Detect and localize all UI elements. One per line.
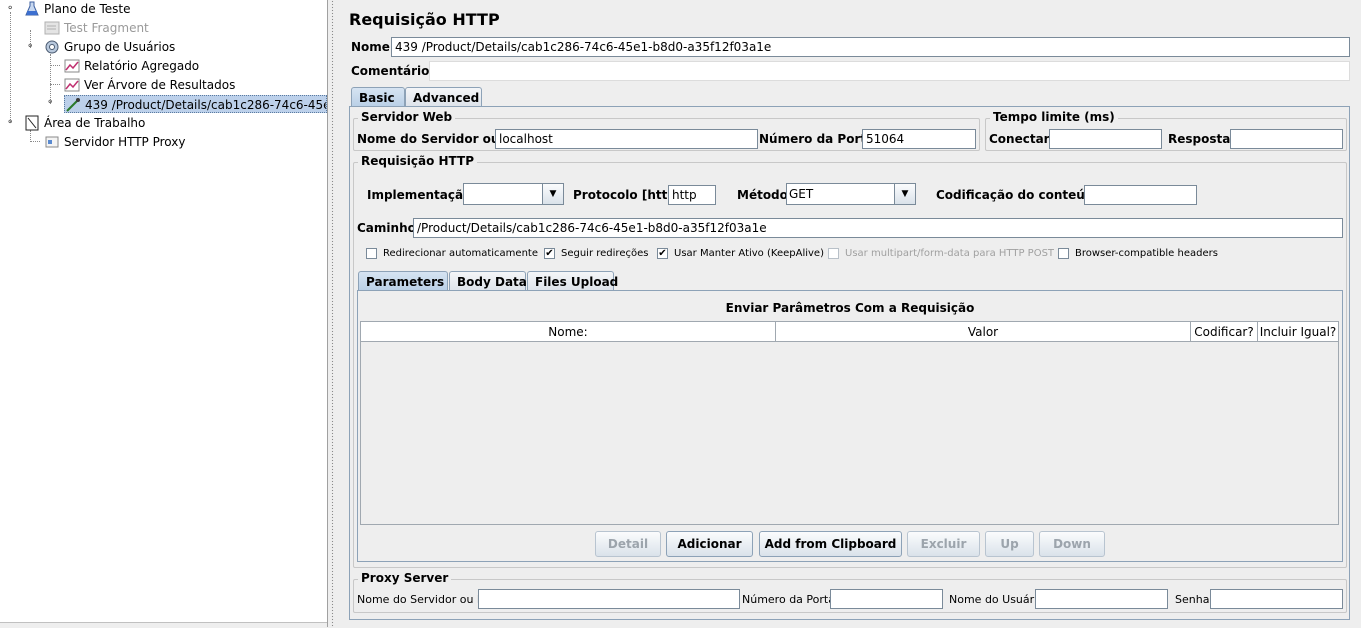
tab-advanced[interactable]: Advanced [405,87,482,107]
tree-item-label: Relatório Agregado [84,59,200,73]
gear-icon [45,40,59,54]
tree-connector [30,141,40,142]
params-table[interactable]: Nome: Valor Codificar? Incluir Igual? [360,321,1339,525]
proxy-port-label: Número da Porta: [742,593,839,606]
timeout-title: Tempo limite (ms) [990,110,1118,124]
pipette-icon [66,98,80,112]
params-caption: Enviar Parâmetros Com a Requisição [725,301,975,315]
tree-scrollbar[interactable] [0,622,327,628]
connect-timeout-field[interactable] [1049,129,1162,149]
checkbox-box [828,248,839,259]
proxy-password-field[interactable] [1210,589,1343,609]
proxy-port-field[interactable] [830,589,943,609]
encoding-field[interactable] [1084,185,1197,205]
method-label: Método: [737,188,793,202]
encoding-label: Codificação do conteúdo: [936,188,1107,202]
tree-connector [50,65,60,66]
proxy-user-label: Nome do Usuário [949,593,1044,606]
up-button[interactable]: Up [985,531,1034,557]
column-header-include-equals[interactable]: Incluir Igual? [1258,322,1338,342]
protocol-field[interactable]: http [668,185,716,205]
tab-basic[interactable]: Basic [351,87,405,107]
checkmark-icon: ✔ [657,248,668,259]
detail-button[interactable]: Detail [595,531,661,557]
checkbox-box [1058,248,1069,259]
tree-item-label: Plano de Teste [44,2,131,16]
tree-item-label: Grupo de Usuários [64,40,176,54]
checkbox-box [366,248,377,259]
comments-label: Comentários: [351,64,442,78]
connect-label: Conectar: [989,132,1055,146]
path-label: Caminho: [357,221,421,235]
method-value: GET [789,187,814,201]
proxy-icon [45,136,59,148]
tab-body-data[interactable]: Body Data [449,271,527,291]
column-header-name[interactable]: Nome: [361,322,776,342]
collapse-toggle[interactable]: ⚬ [6,118,14,128]
add-button[interactable]: Adicionar [666,531,753,557]
down-button[interactable]: Down [1039,531,1105,557]
proxy-server-title: Proxy Server [358,571,452,585]
chevron-down-icon[interactable]: ▼ [542,184,563,204]
test-plan-tree[interactable]: ⚬ ⚬ ⚬ ⚬ Plano de Teste Test Fragment Gru… [0,0,328,628]
response-label: Resposta: [1168,132,1236,146]
tree-connector [50,84,60,85]
implementation-label: Implementação: [367,188,477,202]
proxy-server-label: Nome do Servidor ou IP: [357,593,491,606]
http-request-title: Requisição HTTP [358,154,477,168]
tree-item-label: Servidor HTTP Proxy [64,135,186,149]
checkbox-label: Usar Manter Ativo (KeepAlive) [674,248,824,259]
page-title: Requisição HTTP [349,10,500,29]
tab-parameters[interactable]: Parameters [358,271,448,291]
chevron-down-icon[interactable]: ▼ [894,184,915,204]
checkbox-label: Redirecionar automaticamente [383,248,538,259]
checkbox-label: Browser-compatible headers [1075,248,1218,259]
expand-toggle[interactable]: ⚬ [46,98,54,108]
method-select[interactable]: GET ▼ [786,183,916,205]
comments-field[interactable] [429,61,1350,81]
port-field[interactable]: 51064 [862,129,976,149]
implementation-select[interactable]: ▼ [463,183,564,205]
flask-icon [25,1,39,16]
tree-connector [10,12,11,122]
checkbox-label: Usar multipart/form-data para HTTP POST [845,248,1055,259]
proxy-password-label: Senha [1175,593,1210,606]
server-field[interactable]: localhost [495,129,758,149]
collapse-toggle[interactable]: ⚬ [6,4,14,14]
tab-files-upload[interactable]: Files Upload [527,271,618,291]
response-timeout-field[interactable] [1230,129,1343,149]
chart-icon [64,59,80,73]
split-pane-divider[interactable] [328,0,337,627]
collapse-toggle[interactable]: ⚬ [26,42,34,52]
tree-item-label: 439 /Product/Details/cab1c286-74c6-45e1-… [85,98,327,112]
path-field[interactable]: /Product/Details/cab1c286-74c6-45e1-b8d0… [413,218,1343,238]
fragment-icon [44,21,60,35]
tree-item-label: Ver Árvore de Resultados [84,78,236,92]
proxy-server-field[interactable] [478,589,740,609]
delete-button[interactable]: Excluir [907,531,980,557]
add-from-clipboard-button[interactable]: Add from Clipboard [759,531,902,557]
tree-item-label: Área de Trabalho [44,116,146,130]
workbench-icon [25,115,39,131]
web-server-title: Servidor Web [358,110,456,124]
name-field[interactable]: 439 /Product/Details/cab1c286-74c6-45e1-… [391,37,1350,57]
tree-item-http-request-selected[interactable]: 439 /Product/Details/cab1c286-74c6-45e1-… [64,95,327,113]
proxy-user-field[interactable] [1035,589,1168,609]
tree-item-label: Test Fragment [64,21,149,35]
chart-icon [64,78,80,92]
column-header-encode[interactable]: Codificar? [1191,322,1258,342]
name-label: Nome: [351,40,395,54]
column-header-value[interactable]: Valor [776,322,1191,342]
checkmark-icon: ✔ [544,248,555,259]
checkbox-label: Seguir redireções [561,248,649,259]
